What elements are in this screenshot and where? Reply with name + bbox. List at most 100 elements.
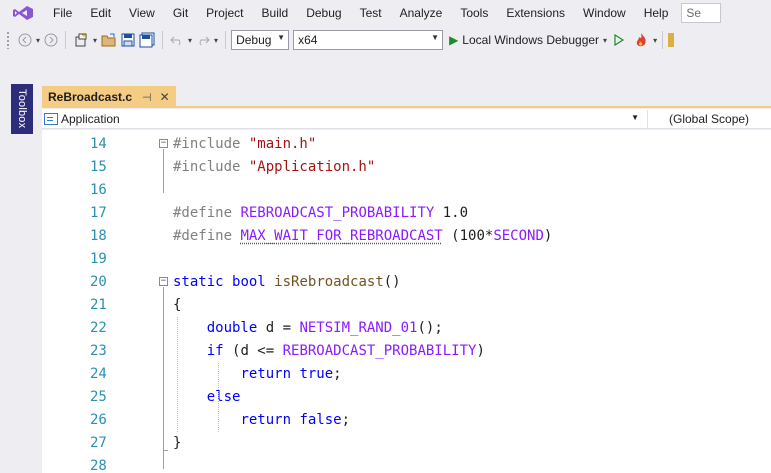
- line-number: 17: [90, 205, 107, 221]
- code-token: d =: [265, 320, 300, 336]
- project-name: Application: [61, 112, 120, 126]
- toolbox-strip: Toolbox: [0, 84, 34, 473]
- standard-toolbar: ▾ ▾ ▾ ▾ Debug ▼ x64 ▼ ▶ Local Windows De…: [0, 26, 771, 54]
- code-editor[interactable]: 14 #include "main.h" 15 #include "Applicati…: [42, 130, 771, 473]
- undo-dropdown-icon[interactable]: ▾: [188, 36, 192, 45]
- new-dropdown-icon[interactable]: ▾: [93, 36, 97, 45]
- menu-item-analyze[interactable]: Analyze: [391, 0, 452, 26]
- hot-reload-dropdown-icon[interactable]: ▾: [653, 36, 657, 45]
- start-without-debugging-icon[interactable]: [611, 30, 627, 50]
- scope-name: (Global Scope): [669, 112, 750, 126]
- code-token: REBROADCAST_PROBABILITY: [240, 205, 435, 221]
- code-line[interactable]: 28: [42, 455, 771, 473]
- back-dropdown-icon[interactable]: ▾: [36, 36, 40, 45]
- code-line[interactable]: 25 else: [42, 386, 771, 409]
- pin-icon[interactable]: ⊣: [142, 91, 152, 104]
- code-token: else: [206, 389, 241, 405]
- line-number: 24: [90, 366, 107, 382]
- toolbox-tab[interactable]: Toolbox: [11, 84, 33, 134]
- redo-dropdown-icon[interactable]: ▾: [214, 36, 218, 45]
- hot-reload-icon[interactable]: [631, 30, 651, 50]
- code-text: static bool isRebroadcast(): [173, 271, 401, 294]
- code-line[interactable]: 16: [42, 179, 771, 202]
- back-icon[interactable]: [16, 30, 34, 50]
- active-tab-underline: [42, 106, 771, 108]
- code-text: return true;: [173, 363, 342, 386]
- project-file-icon: [44, 113, 58, 125]
- menu-item-file[interactable]: File: [44, 0, 81, 26]
- indent-guide: [177, 317, 178, 432]
- code-line[interactable]: 19: [42, 248, 771, 271]
- menu-item-help[interactable]: Help: [635, 0, 678, 26]
- save-icon[interactable]: [119, 30, 137, 50]
- menu-item-project[interactable]: Project: [197, 0, 252, 26]
- code-token: ;: [333, 366, 342, 382]
- code-text: #include "main.h": [173, 133, 316, 156]
- code-line[interactable]: 18 #define MAX_WAIT_FOR_REBROADCAST (100*…: [42, 225, 771, 248]
- code-token: #define: [173, 228, 241, 244]
- scope-dropdown[interactable]: (Global Scope): [660, 110, 771, 128]
- code-line[interactable]: 22 double d = NETSIM_RAND_01();: [42, 317, 771, 340]
- code-line[interactable]: 26 return false;: [42, 409, 771, 432]
- code-line[interactable]: 24 return true;: [42, 363, 771, 386]
- redo-icon[interactable]: [194, 30, 212, 50]
- forward-icon[interactable]: [42, 30, 60, 50]
- visual-studio-logo-icon[interactable]: [12, 5, 34, 21]
- project-dropdown[interactable]: Application ▼: [42, 110, 648, 128]
- line-number: 19: [90, 251, 107, 267]
- navigation-bar: Application ▼ (Global Scope): [42, 109, 771, 129]
- code-token: REBROADCAST_PROBABILITY: [282, 343, 477, 359]
- code-token: "Application.h": [248, 159, 376, 175]
- menu-item-extensions[interactable]: Extensions: [497, 0, 574, 26]
- menu-item-git[interactable]: Git: [164, 0, 197, 26]
- toolbar-overflow-icon[interactable]: [668, 33, 675, 47]
- save-all-icon[interactable]: [137, 30, 157, 50]
- menu-item-debug[interactable]: Debug: [297, 0, 350, 26]
- solution-platform-select[interactable]: x64 ▼: [293, 30, 444, 50]
- menu-item-test[interactable]: Test: [351, 0, 391, 26]
- line-number: 22: [90, 320, 107, 336]
- menu-item-build[interactable]: Build: [253, 0, 298, 26]
- code-token: return: [240, 412, 300, 428]
- line-number: 14: [90, 136, 107, 152]
- code-line[interactable]: 14 #include "main.h": [42, 133, 771, 156]
- new-project-icon[interactable]: [71, 30, 91, 50]
- code-line[interactable]: 27}: [42, 432, 771, 455]
- collapse-region-icon[interactable]: −: [159, 277, 168, 286]
- open-file-icon[interactable]: [99, 30, 119, 50]
- line-number: 16: [90, 182, 107, 198]
- solution-configuration-select[interactable]: Debug ▼: [231, 30, 290, 50]
- code-token: true: [299, 366, 334, 382]
- code-text: }: [173, 432, 181, 455]
- code-line[interactable]: 20 static bool isRebroadcast(): [42, 271, 771, 294]
- debugger-label: Local Windows Debugger: [462, 33, 600, 47]
- document-tab[interactable]: ReBroadcast.c ⊣ ✕: [42, 86, 176, 108]
- collapse-region-icon[interactable]: −: [159, 139, 168, 148]
- code-token: "main.h": [248, 136, 317, 152]
- code-token: NETSIM_RAND_01: [299, 320, 418, 336]
- chevron-down-icon: ▼: [277, 33, 286, 42]
- menu-item-view[interactable]: View: [120, 0, 164, 26]
- code-line[interactable]: 17 #define REBROADCAST_PROBABILITY 1.0: [42, 202, 771, 225]
- search-input[interactable]: Se: [681, 3, 722, 23]
- code-line[interactable]: 21 {: [42, 294, 771, 317]
- menu-item-window[interactable]: Window: [574, 0, 635, 26]
- undo-icon[interactable]: [168, 30, 186, 50]
- platform-value: x64: [298, 33, 318, 47]
- chevron-down-icon[interactable]: ▾: [603, 36, 607, 45]
- indent-guide: [218, 363, 219, 432]
- close-icon[interactable]: ✕: [160, 90, 170, 104]
- code-token: (d <=: [232, 343, 283, 359]
- menu-item-edit[interactable]: Edit: [81, 0, 120, 26]
- code-line[interactable]: 23 if (d <= REBROADCAST_PROBABILITY): [42, 340, 771, 363]
- code-token: (100*: [442, 228, 494, 244]
- start-debugging-button[interactable]: ▶ Local Windows Debugger ▾: [449, 33, 609, 47]
- code-line[interactable]: 15 #include "Application.h": [42, 156, 771, 179]
- toolbar-separator: [65, 31, 67, 49]
- code-token: (): [383, 274, 401, 290]
- menu-item-tools[interactable]: Tools: [451, 0, 497, 26]
- toolbar-grip[interactable]: [6, 31, 10, 49]
